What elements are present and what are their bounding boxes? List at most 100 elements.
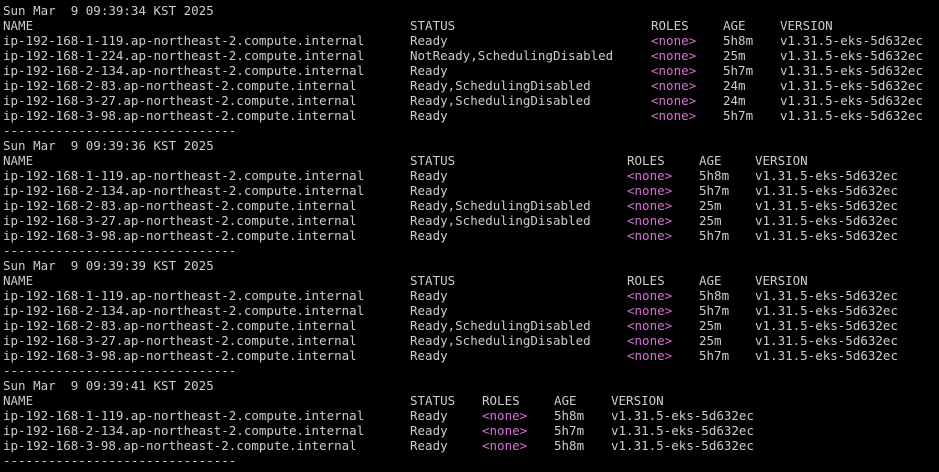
node-age: 5h7m <box>723 63 754 78</box>
node-name: ip-192-168-2-134.ap-northeast-2.compute.… <box>3 63 365 78</box>
node-name: ip-192-168-1-119.ap-northeast-2.compute.… <box>3 168 365 183</box>
timestamp: Sun Mar 9 09:39:34 KST 2025 <box>3 3 214 18</box>
node-roles: <none> <box>627 213 673 228</box>
node-name: ip-192-168-3-98.ap-northeast-2.compute.i… <box>3 228 357 243</box>
header-roles: ROLES <box>651 18 689 33</box>
header-age: AGE <box>699 153 722 168</box>
node-name: ip-192-168-2-83.ap-northeast-2.compute.i… <box>3 318 357 333</box>
node-roles: <none> <box>627 303 673 318</box>
table-row: ip-192-168-2-83.ap-northeast-2.compute.i… <box>3 78 939 93</box>
node-version: v1.31.5-eks-5d632ec <box>755 303 898 318</box>
header-name: NAME <box>3 153 34 168</box>
separator-line: ------------------------------- <box>3 243 237 258</box>
timestamp-line: Sun Mar 9 09:39:39 KST 2025 <box>3 258 939 273</box>
table-row: ip-192-168-1-119.ap-northeast-2.compute.… <box>3 288 939 303</box>
node-status: Ready,SchedulingDisabled <box>410 198 591 213</box>
table-row: ip-192-168-1-119.ap-northeast-2.compute.… <box>3 408 939 423</box>
node-status: Ready <box>410 348 448 363</box>
node-age: 25m <box>723 48 746 63</box>
node-roles: <none> <box>627 318 673 333</box>
table-header: NAME STATUS ROLES AGE VERSION <box>3 273 939 288</box>
table-row: ip-192-168-1-224.ap-northeast-2.compute.… <box>3 48 939 63</box>
node-roles: <none> <box>651 63 697 78</box>
node-version: v1.31.5-eks-5d632ec <box>755 213 898 228</box>
node-roles: <none> <box>482 438 528 453</box>
node-roles: <none> <box>627 168 673 183</box>
node-status: Ready,SchedulingDisabled <box>410 318 591 333</box>
timestamp-line: Sun Mar 9 09:39:34 KST 2025 <box>3 3 939 18</box>
node-status: Ready <box>410 288 448 303</box>
header-roles: ROLES <box>627 153 665 168</box>
node-status: Ready,SchedulingDisabled <box>410 333 591 348</box>
node-name: ip-192-168-1-119.ap-northeast-2.compute.… <box>3 33 365 48</box>
node-roles: <none> <box>651 108 697 123</box>
node-status: Ready <box>410 183 448 198</box>
table-row: ip-192-168-2-83.ap-northeast-2.compute.i… <box>3 318 939 333</box>
node-version: v1.31.5-eks-5d632ec <box>611 408 754 423</box>
table-row: ip-192-168-2-83.ap-northeast-2.compute.i… <box>3 198 939 213</box>
node-age: 5h8m <box>554 438 585 453</box>
node-version: v1.31.5-eks-5d632ec <box>755 333 898 348</box>
node-status: Ready <box>410 108 448 123</box>
table-row: ip-192-168-2-134.ap-northeast-2.compute.… <box>3 183 939 198</box>
header-roles: ROLES <box>482 393 520 408</box>
node-name: ip-192-168-1-119.ap-northeast-2.compute.… <box>3 288 365 303</box>
node-status: Ready <box>410 438 448 453</box>
node-version: v1.31.5-eks-5d632ec <box>780 33 923 48</box>
header-version: VERSION <box>780 18 833 33</box>
timestamp-line: Sun Mar 9 09:39:41 KST 2025 <box>3 378 939 393</box>
node-status: Ready,SchedulingDisabled <box>410 93 591 108</box>
header-age: AGE <box>699 273 722 288</box>
table-row: ip-192-168-3-98.ap-northeast-2.compute.i… <box>3 348 939 363</box>
node-roles: <none> <box>651 48 697 63</box>
header-status: STATUS <box>410 273 456 288</box>
separator-line: ------------------------------- <box>3 453 237 468</box>
node-age: 5h7m <box>699 228 730 243</box>
node-age: 5h7m <box>554 423 585 438</box>
node-status: Ready,SchedulingDisabled <box>410 78 591 93</box>
header-age: AGE <box>554 393 577 408</box>
node-age: 24m <box>723 78 746 93</box>
node-age: 25m <box>699 318 722 333</box>
node-version: v1.31.5-eks-5d632ec <box>755 228 898 243</box>
node-age: 5h8m <box>723 33 754 48</box>
node-version: v1.31.5-eks-5d632ec <box>755 318 898 333</box>
node-name: ip-192-168-3-27.ap-northeast-2.compute.i… <box>3 213 357 228</box>
timestamp: Sun Mar 9 09:39:41 KST 2025 <box>3 378 214 393</box>
node-status: Ready <box>410 63 448 78</box>
node-name: ip-192-168-2-134.ap-northeast-2.compute.… <box>3 183 365 198</box>
node-version: v1.31.5-eks-5d632ec <box>611 438 754 453</box>
header-roles: ROLES <box>627 273 665 288</box>
node-age: 25m <box>699 213 722 228</box>
node-age: 5h8m <box>699 288 730 303</box>
node-name: ip-192-168-2-83.ap-northeast-2.compute.i… <box>3 78 357 93</box>
header-version: VERSION <box>611 393 664 408</box>
separator-line: ------------------------------- <box>3 123 237 138</box>
node-name: ip-192-168-3-98.ap-northeast-2.compute.i… <box>3 348 357 363</box>
header-age: AGE <box>723 18 746 33</box>
table-row: ip-192-168-3-27.ap-northeast-2.compute.i… <box>3 333 939 348</box>
terminal-window[interactable]: Sun Mar 9 09:39:34 KST 2025 NAME STATUS … <box>0 0 939 472</box>
node-status: Ready <box>410 168 448 183</box>
node-version: v1.31.5-eks-5d632ec <box>755 348 898 363</box>
table-row: ip-192-168-2-134.ap-northeast-2.compute.… <box>3 423 939 438</box>
node-roles: <none> <box>482 408 528 423</box>
node-roles: <none> <box>627 183 673 198</box>
node-status: NotReady,SchedulingDisabled <box>410 48 614 63</box>
timestamp: Sun Mar 9 09:39:39 KST 2025 <box>3 258 214 273</box>
header-status: STATUS <box>410 153 456 168</box>
node-roles: <none> <box>627 198 673 213</box>
table-row: ip-192-168-3-98.ap-northeast-2.compute.i… <box>3 438 939 453</box>
node-name: ip-192-168-3-27.ap-northeast-2.compute.i… <box>3 93 357 108</box>
node-age: 5h7m <box>699 183 730 198</box>
table-row: ip-192-168-1-119.ap-northeast-2.compute.… <box>3 33 939 48</box>
header-version: VERSION <box>755 273 808 288</box>
table-header: NAME STATUS ROLES AGE VERSION <box>3 18 939 33</box>
node-roles: <none> <box>651 93 697 108</box>
table-row: ip-192-168-1-119.ap-northeast-2.compute.… <box>3 168 939 183</box>
node-age: 25m <box>699 333 722 348</box>
node-version: v1.31.5-eks-5d632ec <box>755 198 898 213</box>
node-status: Ready <box>410 408 448 423</box>
header-status: STATUS <box>410 393 456 408</box>
node-age: 5h8m <box>699 168 730 183</box>
